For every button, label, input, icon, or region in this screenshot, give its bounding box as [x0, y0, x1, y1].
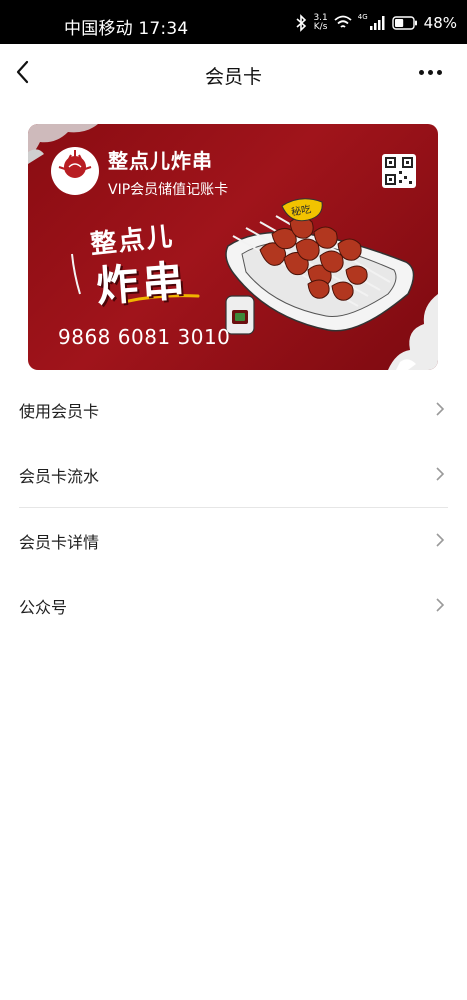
- chevron-right-icon: [436, 402, 445, 416]
- menu-item-label: 公众号: [19, 597, 68, 617]
- logo-mark-icon: [58, 150, 92, 178]
- menu-item-label: 会员卡详情: [19, 532, 100, 552]
- menu-item-use-card[interactable]: 使用会员卡: [0, 377, 467, 442]
- card-number: 9868 6081 3010: [58, 325, 231, 349]
- member-card[interactable]: 整点儿炸串 VIP会员储值记账卡 整点儿 炸串 秘吃 9868 6081 301…: [28, 124, 438, 370]
- chevron-right-icon: [436, 467, 445, 481]
- dot: [419, 69, 424, 75]
- brand-logo: [51, 147, 99, 195]
- menu-list: 使用会员卡 会员卡流水 会员卡详情 公众号: [0, 377, 467, 638]
- nav-bar: 会员卡: [0, 44, 467, 102]
- menu-item-card-flow[interactable]: 会员卡流水: [0, 442, 467, 507]
- signal-icon: [369, 16, 385, 30]
- chevron-right-icon: [436, 598, 445, 612]
- status-icons: 3.1 K/s 4G 48%: [295, 13, 457, 33]
- wifi-icon: [334, 15, 352, 28]
- status-bar: 中国移动 17:34 3.1 K/s 4G 48%: [0, 0, 467, 44]
- chevron-right-icon: [436, 533, 445, 547]
- battery-icon: [391, 16, 417, 30]
- art-title-main: 炸串: [94, 255, 190, 312]
- more-icon[interactable]: [419, 62, 449, 82]
- net-speed: 3.1 K/s: [313, 13, 328, 32]
- bluetooth-icon: [296, 14, 307, 32]
- qr-code-icon[interactable]: [382, 154, 416, 188]
- menu-item-official-account[interactable]: 公众号: [0, 573, 467, 638]
- carrier-time: 中国移动 17:34: [64, 19, 189, 39]
- menu-item-label: 会员卡流水: [19, 466, 100, 486]
- dot: [437, 69, 442, 75]
- battery-percent: 48%: [423, 14, 457, 32]
- card-subtitle: VIP会员储值记账卡: [108, 182, 229, 198]
- menu-item-label: 使用会员卡: [19, 401, 100, 421]
- dot: [428, 69, 433, 75]
- page-title: 会员卡: [204, 66, 262, 88]
- brand-name: 整点儿炸串: [108, 149, 213, 173]
- network-type: 4G: [357, 13, 368, 21]
- menu-item-card-details[interactable]: 会员卡详情: [0, 508, 467, 573]
